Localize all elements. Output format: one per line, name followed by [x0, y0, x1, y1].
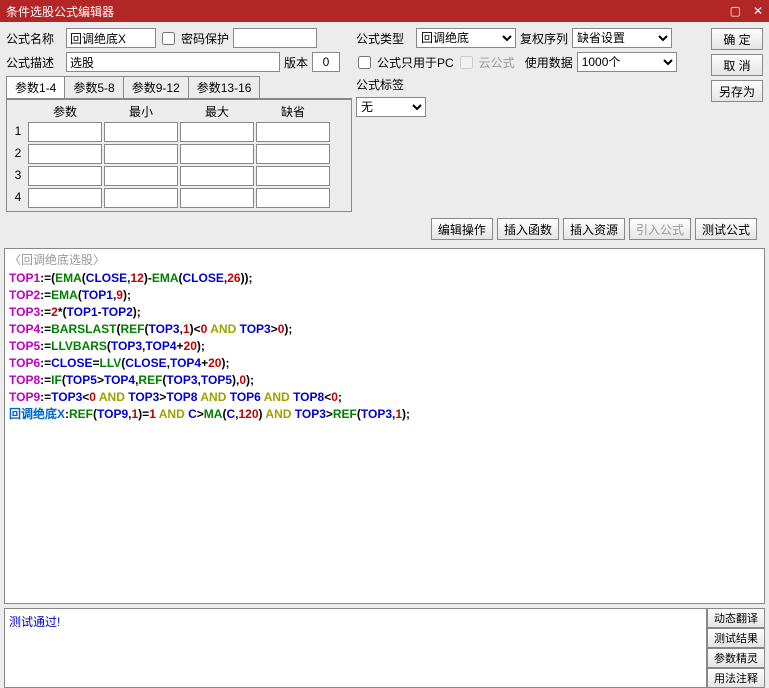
- insert-res-button[interactable]: 插入资源: [563, 218, 625, 240]
- edit-op-button[interactable]: 编辑操作: [431, 218, 493, 240]
- param-row: 3: [9, 165, 349, 187]
- param-grid: 参数 最小 最大 缺省 1 2 3 4: [6, 99, 352, 212]
- param-input[interactable]: [256, 122, 330, 142]
- param-row: 1: [9, 121, 349, 143]
- param-input[interactable]: [180, 144, 254, 164]
- tab-params-9-12[interactable]: 参数9-12: [123, 76, 189, 98]
- param-input[interactable]: [104, 122, 178, 142]
- pc-only-checkbox[interactable]: [358, 56, 371, 69]
- pwd-input[interactable]: [233, 28, 317, 48]
- param-input[interactable]: [180, 188, 254, 208]
- use-data-select[interactable]: 1000个: [577, 52, 677, 72]
- formula-tag-label: 公式标签: [356, 76, 412, 93]
- formula-name-label: 公式名称: [6, 30, 62, 47]
- cloud-checkbox: [460, 56, 473, 69]
- param-input[interactable]: [256, 144, 330, 164]
- param-header-default: 缺省: [255, 102, 331, 121]
- titlebar: 条件选股公式编辑器 ▢ ✕: [0, 0, 769, 22]
- usage-button[interactable]: 用法注释: [707, 668, 765, 688]
- param-input[interactable]: [104, 166, 178, 186]
- weight-seq-select[interactable]: 缺省设置: [572, 28, 672, 48]
- param-wizard-button[interactable]: 参数精灵: [707, 648, 765, 668]
- test-result-button[interactable]: 测试结果: [707, 628, 765, 648]
- tab-params-5-8[interactable]: 参数5-8: [64, 76, 123, 98]
- message-area: 测试通过!: [4, 608, 707, 688]
- window-title: 条件选股公式编辑器: [6, 3, 114, 20]
- param-input[interactable]: [28, 144, 102, 164]
- code-body[interactable]: TOP1:=(EMA(CLOSE,12)-EMA(CLOSE,26)); TOP…: [5, 270, 764, 423]
- use-data-label: 使用数据: [525, 54, 573, 71]
- version-input[interactable]: [312, 52, 340, 72]
- param-input[interactable]: [180, 122, 254, 142]
- import-formula-button[interactable]: 引入公式: [629, 218, 691, 240]
- param-row: 4: [9, 187, 349, 209]
- pc-only-label: 公式只用于PC: [377, 54, 454, 71]
- param-row: 2: [9, 143, 349, 165]
- param-input[interactable]: [28, 166, 102, 186]
- minimize-icon[interactable]: ▢: [730, 4, 741, 18]
- formula-name-input[interactable]: [66, 28, 156, 48]
- param-input[interactable]: [28, 188, 102, 208]
- insert-fn-button[interactable]: 插入函数: [497, 218, 559, 240]
- param-input[interactable]: [256, 188, 330, 208]
- code-editor[interactable]: 〈回调绝底选股〉 TOP1:=(EMA(CLOSE,12)-EMA(CLOSE,…: [4, 248, 765, 604]
- dyn-trans-button[interactable]: 动态翻译: [707, 608, 765, 628]
- param-input[interactable]: [180, 166, 254, 186]
- save-as-button[interactable]: 另存为: [711, 80, 763, 102]
- test-formula-button[interactable]: 测试公式: [695, 218, 757, 240]
- close-icon[interactable]: ✕: [753, 4, 763, 18]
- formula-desc-input[interactable]: [66, 52, 280, 72]
- param-input[interactable]: [104, 188, 178, 208]
- cancel-button[interactable]: 取 消: [711, 54, 763, 76]
- param-header-name: 参数: [27, 102, 103, 121]
- param-input[interactable]: [28, 122, 102, 142]
- formula-type-label: 公式类型: [356, 30, 412, 47]
- tab-params-1-4[interactable]: 参数1-4: [6, 76, 65, 98]
- formula-type-select[interactable]: 回调绝底: [416, 28, 516, 48]
- param-input[interactable]: [256, 166, 330, 186]
- pwd-protect-label: 密码保护: [181, 30, 229, 47]
- cloud-label: 云公式: [479, 54, 515, 71]
- weight-seq-label: 复权序列: [520, 30, 568, 47]
- formula-tag-select[interactable]: 无: [356, 97, 426, 117]
- version-label: 版本: [284, 54, 308, 71]
- param-header-max: 最大: [179, 102, 255, 121]
- pwd-protect-checkbox[interactable]: [162, 32, 175, 45]
- tab-params-13-16[interactable]: 参数13-16: [188, 76, 261, 98]
- param-input[interactable]: [104, 144, 178, 164]
- ok-button[interactable]: 确 定: [711, 28, 763, 50]
- param-tabs: 参数1-4 参数5-8 参数9-12 参数13-16: [6, 76, 352, 99]
- formula-desc-label: 公式描述: [6, 54, 62, 71]
- param-header-min: 最小: [103, 102, 179, 121]
- code-title: 〈回调绝底选股〉: [5, 249, 764, 270]
